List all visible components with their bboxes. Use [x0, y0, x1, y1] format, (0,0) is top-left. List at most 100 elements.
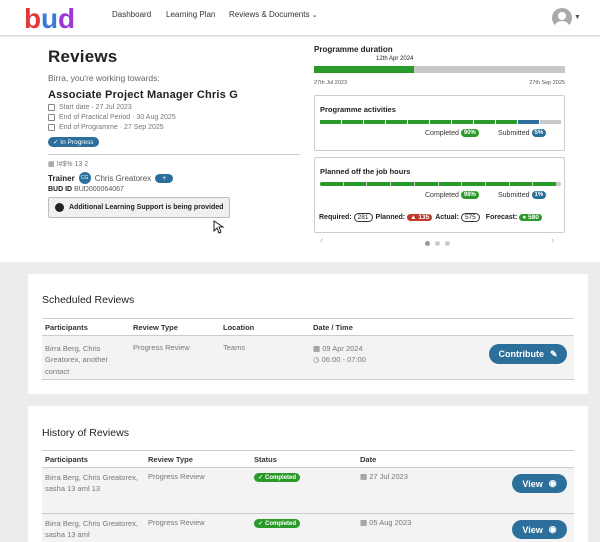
otj-segment: [414, 182, 438, 186]
otj-segment: [438, 182, 462, 186]
carousel-prev-icon[interactable]: ‹: [320, 235, 323, 246]
forecast-number: 580: [528, 214, 539, 221]
completed-badge: 98%: [460, 191, 479, 199]
participants-cell: Birra Berg, Chris Greatorex, sasha 13 am…: [45, 519, 138, 540]
bud-id-value: BUD000064067: [74, 186, 124, 193]
otj-segment: [343, 182, 367, 186]
actual-label: Actual:: [435, 214, 459, 221]
otj-bar: [320, 182, 561, 186]
activity-segment: [496, 120, 517, 124]
status-cell: ✓ Completed: [254, 518, 360, 542]
date-time-cell: ▦ 09 Apr 2024 ◷ 06:00 - 07:00: [313, 343, 366, 379]
divider: [48, 154, 300, 155]
chevron-down-icon: ⌄: [311, 12, 318, 19]
activities-completed: Completed 90%: [425, 129, 479, 137]
participants-cell: Birra Berg, Chris Greatorex, sasha 13 am…: [45, 473, 138, 494]
start-date: Start date · 27 Jul 2023: [48, 104, 300, 111]
submitted-badge: 5%: [531, 129, 547, 137]
carousel-next-icon[interactable]: ›: [551, 235, 554, 246]
calendar-icon: [48, 124, 55, 131]
progress-panel: Programme duration 12th Apr 2024 27th Ju…: [314, 45, 565, 246]
trainer-avatar: CG: [78, 172, 91, 184]
activity-segment: [320, 120, 341, 124]
required-value: 281: [353, 213, 373, 222]
top-nav: b u d Dashboard Learning Plan Reviews & …: [0, 0, 600, 36]
eye-icon: ◉: [548, 478, 557, 488]
chevron-down-icon[interactable]: ▼: [574, 14, 581, 21]
status-badge: ✓ In Progress: [48, 137, 99, 147]
bud-id-label: BUD ID: [48, 186, 73, 193]
activities-title: Programme activities: [320, 105, 396, 114]
page-title: Reviews: [48, 47, 118, 66]
scheduled-reviews-panel: Scheduled Reviews Participants Review Ty…: [28, 274, 588, 394]
duration-start: 27th Jul 2023: [314, 80, 348, 86]
end-practical: End of Practical Period · 30 Aug 2025: [48, 114, 300, 121]
history-heading: History of Reviews: [42, 427, 129, 439]
carousel-dot-2[interactable]: [435, 241, 440, 246]
mouse-cursor-icon: [213, 220, 225, 234]
activity-segment: [518, 120, 539, 124]
trainer-name: Chris Greatorex: [94, 173, 152, 183]
participants-cell: Birra Berg, Chris Greatorex, another con…: [45, 344, 108, 376]
bud-id: BUD ID BUD000064067: [48, 186, 300, 193]
date-cell: ▦ 05 Aug 2023: [360, 518, 411, 542]
calendar-icon: [48, 104, 55, 111]
activity-segment: [386, 120, 407, 124]
bud-logo[interactable]: b u d: [24, 3, 80, 33]
status-text: Completed: [265, 474, 297, 481]
col-date-time: Date / Time: [313, 322, 353, 332]
programme-code: ▦ !#$% 13 2: [48, 160, 300, 168]
table-row: Birra Berg, Chris Greatorex, sasha 13 am…: [42, 468, 574, 514]
forecast-value: ● 580: [519, 214, 542, 221]
user-avatar[interactable]: [552, 8, 572, 28]
learning-support-text: Additional Learning Support is being pro…: [69, 204, 224, 211]
nav-learning-plan[interactable]: Learning Plan: [166, 10, 215, 19]
end-practical-text: End of Practical Period · 30 Aug 2025: [59, 114, 176, 121]
nav-reviews-documents[interactable]: Reviews & Documents ⌄: [229, 10, 318, 19]
completed-badge: 90%: [460, 129, 479, 137]
calendar-icon: ▦: [360, 472, 368, 481]
review-type-cell: Progress Review: [148, 518, 205, 527]
history-panel: History of Reviews Participants Review T…: [28, 406, 588, 542]
col-participants: Participants: [45, 322, 88, 332]
view-label: View: [522, 478, 543, 489]
date-text: 09 Apr 2024: [322, 344, 363, 353]
col-location: Location: [223, 322, 255, 332]
otj-segment: [486, 182, 509, 186]
col-date: Date: [360, 454, 377, 464]
end-programme-text: End of Programme · 27 Sep 2025: [59, 124, 164, 131]
building-icon: ▦: [48, 161, 55, 168]
view-button[interactable]: View ◉: [512, 474, 567, 493]
view-label: View: [522, 524, 543, 535]
activities-submitted: Submitted 5%: [498, 129, 547, 137]
add-trainer-button[interactable]: +: [155, 173, 174, 183]
clock-icon: ◷: [313, 355, 320, 365]
working-towards: Birra, you're working towards:: [48, 73, 160, 83]
col-status: Status: [254, 454, 277, 464]
learner-summary: Reviews Birra, you're working towards: A…: [0, 37, 600, 262]
user-icon: [555, 12, 569, 28]
completed-badge: ✓ Completed: [254, 473, 301, 482]
svg-text:d: d: [58, 3, 75, 33]
view-button[interactable]: View ◉: [512, 520, 567, 539]
review-type-cell: Progress Review: [133, 343, 190, 352]
submitted-label: Submitted: [498, 129, 530, 137]
qualification-title: Associate Project Manager Chris G: [48, 89, 238, 101]
duration-bar: [314, 66, 565, 73]
pencil-icon: ✎: [549, 348, 558, 359]
carousel-dot-3[interactable]: [445, 241, 450, 246]
nav-dashboard[interactable]: Dashboard: [112, 10, 151, 19]
date-text: 27 Jul 2023: [369, 472, 408, 481]
table-header: Participants Review Type Location Date /…: [42, 318, 574, 336]
svg-text:u: u: [41, 3, 57, 33]
learner-details: Reviews Birra, you're working towards: A…: [48, 47, 300, 218]
actual-value: 575: [460, 213, 480, 222]
end-programme: End of Programme · 27 Sep 2025: [48, 124, 300, 131]
otj-counts: Required: 281 Planned: ▲ 135 Actual: 575…: [319, 213, 566, 222]
activity-segment: [452, 120, 473, 124]
contribute-button[interactable]: Contribute ✎: [489, 344, 567, 364]
carousel-dot-1[interactable]: [425, 241, 430, 246]
duration-title: Programme duration: [314, 45, 393, 54]
activity-segment: [408, 120, 429, 124]
activity-segment: [540, 120, 561, 124]
